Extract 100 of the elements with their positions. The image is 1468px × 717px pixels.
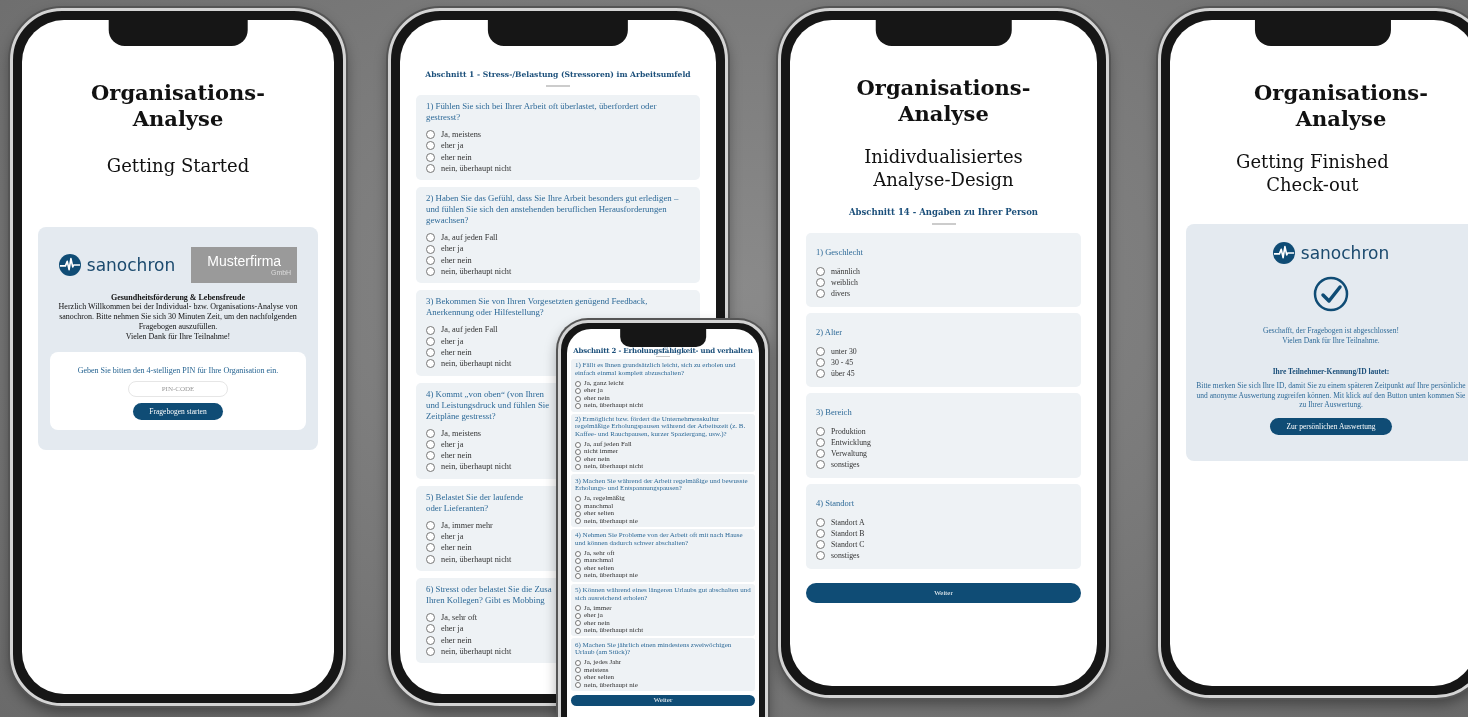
radio-option[interactable]: eher ja: [426, 243, 464, 255]
radio-button[interactable]: [426, 613, 435, 623]
radio-button[interactable]: [575, 660, 581, 666]
question-text: 3) Bereich: [816, 407, 852, 419]
radio-button[interactable]: [575, 627, 581, 634]
radio-button[interactable]: [575, 518, 581, 525]
radio-button[interactable]: [575, 605, 581, 612]
section-title: Abschnitt 14 - Angaben zu Ihrer Person: [849, 207, 1038, 217]
radio-option[interactable]: eher nein: [426, 254, 472, 267]
radio-button[interactable]: [575, 448, 581, 455]
radio-button[interactable]: [575, 510, 581, 517]
radio-button[interactable]: [426, 152, 435, 162]
app-title: Organisations-Analyse: [1253, 80, 1429, 132]
radio-button[interactable]: [575, 558, 581, 565]
radio-button[interactable]: [575, 402, 581, 409]
radio-option[interactable]: nein, überhaupt nicht: [426, 645, 512, 658]
radio-button[interactable]: [426, 255, 435, 265]
radio-button[interactable]: [426, 164, 435, 174]
radio-button[interactable]: [816, 540, 825, 549]
radio-option[interactable]: nein, überhaupt nicht: [426, 162, 512, 175]
radio-button[interactable]: [575, 463, 581, 470]
radio-button[interactable]: [426, 440, 435, 449]
radio-button[interactable]: [816, 460, 825, 469]
radio-option[interactable]: eher nein: [426, 151, 472, 163]
radio-button[interactable]: [575, 674, 581, 681]
checkmark-circle-icon: [1313, 276, 1349, 312]
radio-option[interactable]: eher ja: [426, 438, 464, 451]
radio-button[interactable]: [816, 529, 825, 538]
radio-option[interactable]: Ja, auf jeden Fall: [426, 324, 498, 336]
radio-button[interactable]: [426, 624, 435, 634]
radio-option[interactable]: nein, überhaupt nicht: [426, 461, 512, 473]
radio-option[interactable]: eher ja: [426, 531, 464, 543]
radio-button[interactable]: [575, 441, 581, 448]
radio-button[interactable]: [426, 233, 435, 243]
radio-button[interactable]: [426, 325, 435, 335]
radio-button[interactable]: [575, 550, 581, 557]
radio-button[interactable]: [426, 635, 435, 645]
radio-option[interactable]: Ja, auf jeden Fall: [426, 232, 498, 244]
radio-button[interactable]: [426, 428, 435, 438]
radio-option[interactable]: nein, überhaupt nicht: [426, 266, 512, 278]
radio-button[interactable]: [426, 359, 435, 369]
radio-button[interactable]: [816, 427, 825, 436]
radio-option[interactable]: Ja, sehr oft: [426, 611, 478, 624]
radio-button[interactable]: [426, 130, 435, 140]
radio-option[interactable]: eher ja: [426, 335, 464, 347]
question-text: 2) Alter: [816, 327, 843, 339]
brand-name: sanochron: [86, 255, 176, 275]
radio-button[interactable]: [426, 532, 435, 542]
question-text: 4) Kommt „von oben“ (von Ihren und Leistungsdruck und fühlen Sie Zeitpläne gestresst?: [426, 388, 550, 422]
radio-button[interactable]: [575, 503, 581, 510]
radio-button[interactable]: [816, 358, 825, 367]
radio-option[interactable]: Ja, meistens: [426, 427, 482, 439]
welcome-heading: Gesundheitsförderung & Lebensfreude: [110, 293, 246, 302]
radio-button[interactable]: [816, 449, 825, 458]
radio-button[interactable]: [426, 451, 435, 461]
radio-button[interactable]: [816, 518, 825, 527]
radio-button[interactable]: [575, 456, 581, 463]
radio-option[interactable]: eher nein: [426, 346, 472, 359]
radio-option[interactable]: eher nein: [426, 542, 472, 554]
question-text: 6) Stresst oder belastet Sie die Zusa Ihren Kollegen? Gibt es Mobbing: [426, 583, 552, 606]
radio-button[interactable]: [575, 612, 581, 619]
radio-button[interactable]: [816, 347, 825, 356]
radio-option[interactable]: nein, überhaupt nicht: [426, 358, 512, 370]
radio-button[interactable]: [816, 438, 825, 447]
radio-button[interactable]: [426, 141, 435, 151]
radio-button[interactable]: [575, 620, 581, 627]
radio-button[interactable]: [575, 395, 581, 402]
radio-button[interactable]: [426, 462, 435, 472]
radio-button[interactable]: [575, 496, 581, 503]
radio-button[interactable]: [575, 565, 581, 572]
radio-option[interactable]: eher nein: [426, 450, 472, 462]
app-subtitle: Getting Started: [106, 154, 250, 177]
radio-button[interactable]: [426, 520, 435, 530]
radio-option[interactable]: eher ja: [426, 623, 464, 635]
radio-button[interactable]: [426, 554, 435, 564]
radio-button[interactable]: [426, 543, 435, 553]
radio-button[interactable]: [816, 551, 825, 560]
radio-button[interactable]: [816, 278, 825, 287]
radio-button[interactable]: [575, 667, 581, 674]
question-text: 5) Belastet Sie der laufende oder Lieferanten?: [426, 491, 524, 514]
radio-option[interactable]: nein, überhaupt nicht: [426, 553, 512, 565]
radio-option[interactable]: eher ja: [426, 140, 464, 152]
radio-button[interactable]: [816, 289, 825, 298]
radio-button[interactable]: [426, 244, 435, 254]
radio-button[interactable]: [575, 388, 581, 395]
radio-button[interactable]: [426, 348, 435, 358]
radio-option[interactable]: Ja, meistens: [426, 129, 482, 141]
radio-option[interactable]: Ja, immer mehr: [426, 519, 493, 532]
question-text: 2) Haben Sie das Gefühl, dass Sie Ihre Arbeit besonders gut erledigen – und fühlen Sie sich den anstehenden beruflichen Herausforderungen gewachsen?: [426, 193, 680, 227]
radio-button[interactable]: [816, 267, 825, 276]
radio-button[interactable]: [426, 267, 435, 277]
radio-button[interactable]: [426, 336, 435, 346]
app-title: Organisations-Analyse: [90, 80, 266, 132]
radio-button[interactable]: [575, 380, 581, 387]
radio-button[interactable]: [575, 682, 581, 689]
radio-button[interactable]: [575, 573, 581, 579]
radio-button[interactable]: [816, 369, 825, 378]
radio-option[interactable]: eher nein: [426, 634, 472, 646]
brand-name: sanochron: [1300, 243, 1390, 263]
radio-button[interactable]: [426, 646, 435, 656]
